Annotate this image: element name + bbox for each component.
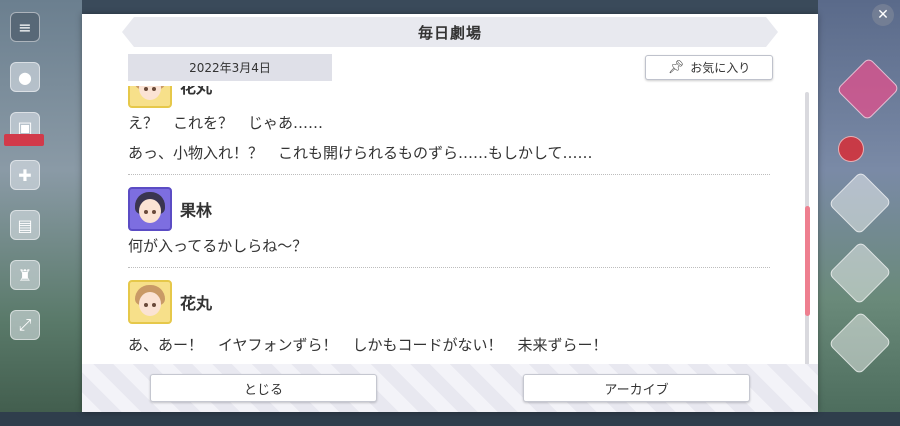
chat-icon[interactable]: ● (10, 62, 40, 92)
dialogue-line: あっ、小物入れ！？ これも開けられるものずら……もしかして…… (128, 144, 593, 162)
menu-icon[interactable]: ≡ (10, 12, 40, 42)
dialogue-entry: 花丸 え？ これを？ じゃあ…… あっ、小物入れ！？ これも開けられるものずら…… (128, 86, 770, 175)
favorite-button[interactable]: 📌︎ お気に入り (645, 55, 773, 80)
scrollbar-thumb[interactable] (805, 206, 810, 316)
speaker-row: 果林 (128, 187, 770, 231)
speaker-row: 花丸 (128, 86, 770, 108)
date-label: 2022年3月4日 (128, 54, 332, 81)
dialogue-line: あ、あー！ イヤフォンずら！ しかもコードがない！ 未来ずらー！ (128, 336, 608, 354)
dialogue-line: え？ これを？ じゃあ…… (128, 114, 324, 132)
archive-button[interactable]: アーカイブ (523, 374, 750, 402)
daily-theater-modal: 毎日劇場 2022年3月4日 📌︎ お気に入り 花丸 え？ これを？ じゃあ……… (82, 14, 818, 412)
gift-icon[interactable]: ✚ (10, 160, 40, 190)
speaker-name: 花丸 (180, 294, 213, 313)
notification-tag (4, 134, 44, 146)
modal-title-bar: 毎日劇場 (122, 17, 778, 47)
speaker-row: 花丸 (128, 280, 770, 324)
fullscreen-icon[interactable]: ⤢ (10, 310, 40, 340)
speaker-name: 果林 (180, 201, 213, 220)
modal-title: 毎日劇場 (417, 23, 482, 42)
close-icon[interactable]: ✕ (872, 4, 894, 26)
dialogue-scroll-area[interactable]: 花丸 え？ これを？ じゃあ…… あっ、小物入れ！？ これも開けられるものずら…… (128, 86, 770, 376)
background-bottom (0, 412, 900, 426)
hanamaru-avatar (128, 280, 172, 324)
close-button[interactable]: とじる (150, 374, 377, 402)
trophy-icon[interactable]: ♜ (10, 260, 40, 290)
favorite-label: お気に入り (690, 61, 751, 75)
album-icon[interactable]: ▤ (10, 210, 40, 240)
hanamaru-avatar (128, 86, 172, 108)
dialogue-entry: 果林 何が入ってるかしらね～？ (128, 187, 770, 268)
speaker-name: 花丸 (180, 86, 213, 97)
dialogue-line: 何が入ってるかしらね～？ (128, 237, 308, 255)
pin-icon: 📌︎ (667, 60, 685, 75)
alert-badge-icon (838, 136, 864, 162)
dialogue-entry: 花丸 あ、あー！ イヤフォンずら！ しかもコードがない！ 未来ずらー！ (128, 280, 770, 366)
karin-avatar (128, 187, 172, 231)
